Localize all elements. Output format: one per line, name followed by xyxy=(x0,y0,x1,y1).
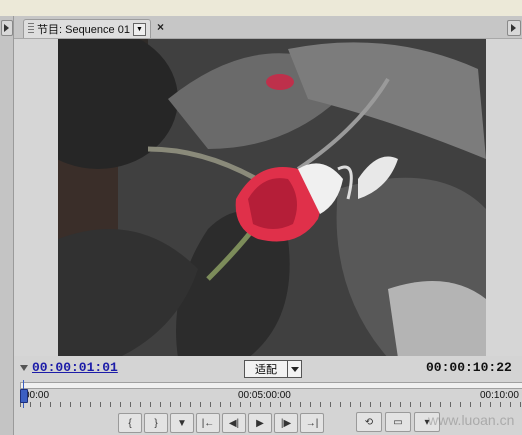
mark-in-icon[interactable]: { xyxy=(118,413,142,433)
chevron-down-icon[interactable] xyxy=(287,361,301,377)
go-to-out-icon[interactable]: →| xyxy=(300,413,324,433)
loop-icon[interactable]: ⟲ xyxy=(356,412,382,432)
output-icon[interactable]: ▾ xyxy=(414,412,440,432)
set-marker-icon[interactable]: ▼ xyxy=(170,413,194,433)
monitor-viewer xyxy=(14,39,522,374)
mark-out-icon[interactable]: } xyxy=(144,413,168,433)
monitor-controls: 00:00:01:01 适配 00:00:10:22 00:00 00:05:0… xyxy=(14,356,522,435)
extra-controls: ⟲ ▭ ▾ xyxy=(356,412,440,432)
time-ruler[interactable]: 00:00 00:05:00:00 00:10:00 xyxy=(20,380,522,408)
close-icon[interactable]: × xyxy=(157,21,164,33)
fit-dropdown-label: 适配 xyxy=(255,364,277,376)
playhead-handle[interactable] xyxy=(20,389,28,403)
transport-controls: { } ▼ |← ◀| ▶ |▶ →| xyxy=(118,412,358,434)
tab-program-monitor[interactable]: 节目: Sequence 01 ▼ xyxy=(23,19,151,38)
left-panel-edge xyxy=(0,16,14,435)
grip-icon[interactable] xyxy=(28,23,34,35)
video-frame xyxy=(58,39,486,358)
step-forward-icon[interactable]: |▶ xyxy=(274,413,298,433)
ruler-label-middle: 00:05:00:00 xyxy=(238,390,291,401)
play-icon[interactable]: ▶ xyxy=(248,413,272,433)
current-timecode-group: 00:00:01:01 xyxy=(20,360,118,375)
fit-dropdown[interactable]: 适配 xyxy=(244,360,302,378)
triangle-down-icon[interactable] xyxy=(20,364,28,371)
tab-title: 节目: Sequence 01 xyxy=(37,24,130,36)
panel-menu-button[interactable] xyxy=(507,20,521,36)
program-monitor-panel: 节目: Sequence 01 ▼ × 00:00:01:01 适配 00:00… xyxy=(14,16,522,435)
ruler-label-end: 00:10:00 xyxy=(480,390,519,401)
ruler-ticks xyxy=(20,402,522,407)
tab-bar: 节目: Sequence 01 ▼ × xyxy=(14,16,522,39)
ruler-track[interactable] xyxy=(20,382,522,389)
safe-margins-icon[interactable]: ▭ xyxy=(385,412,411,432)
current-timecode[interactable]: 00:00:01:01 xyxy=(32,360,118,375)
tab-menu-dropdown-icon[interactable]: ▼ xyxy=(132,22,146,36)
duration-timecode: 00:00:10:22 xyxy=(426,360,512,375)
top-strip xyxy=(0,0,522,16)
step-back-icon[interactable]: ◀| xyxy=(222,413,246,433)
go-to-in-icon[interactable]: |← xyxy=(196,413,220,433)
collapse-left-button[interactable] xyxy=(1,20,13,36)
